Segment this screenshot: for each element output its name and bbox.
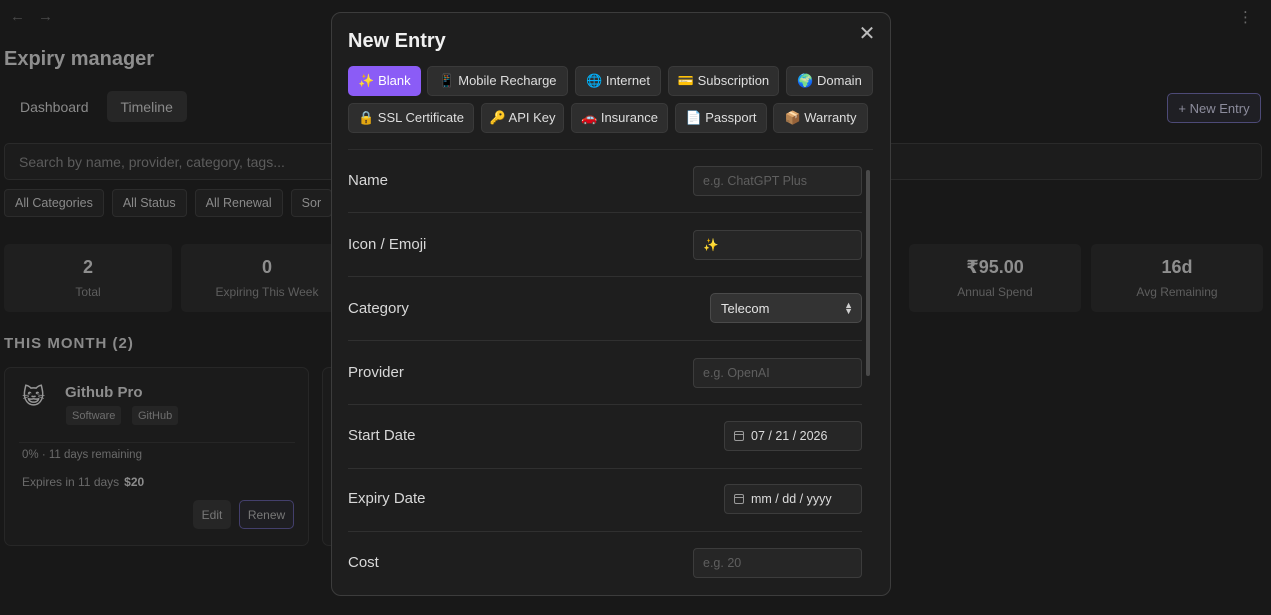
expiry-date-label: Expiry Date (348, 490, 426, 507)
icon-label: Icon / Emoji (348, 236, 427, 253)
template-subscription[interactable]: 💳 Subscription (668, 66, 779, 96)
forward-arrow-icon[interactable]: → (38, 8, 53, 25)
form-row-cost: Cost e.g. 20 (348, 532, 862, 595)
stat-avg-remaining: 16d Avg Remaining (1091, 244, 1263, 312)
template-mobile-recharge[interactable]: 📱 Mobile Recharge (427, 66, 568, 96)
new-entry-button[interactable]: + New Entry (1167, 93, 1261, 123)
edit-button[interactable]: Edit (193, 500, 231, 529)
stat-total: 2 Total (4, 244, 172, 312)
cat-emoji-icon: 😺 (22, 384, 45, 409)
tab-dashboard[interactable]: Dashboard (6, 91, 103, 122)
entry-name: Github Pro (65, 384, 143, 401)
form-row-name: Name e.g. ChatGPT Plus (348, 149, 862, 213)
template-ssl-certificate[interactable]: 🔒 SSL Certificate (348, 103, 474, 133)
renew-button[interactable]: Renew (239, 500, 294, 529)
sort-filter[interactable]: Sor (290, 189, 333, 217)
entry-card[interactable]: 😺 Github Pro Software GitHub 0% · 11 day… (4, 367, 309, 546)
provider-label: Provider (348, 364, 404, 381)
template-passport[interactable]: 📄 Passport (675, 103, 767, 133)
renewal-filter[interactable]: All Renewal (194, 189, 283, 217)
template-insurance[interactable]: 🚗 Insurance (571, 103, 668, 133)
category-label: Category (348, 300, 409, 317)
card-divider (19, 442, 295, 443)
expiry-date-placeholder: mm / dd / yyyy (751, 492, 832, 506)
expiry-info: Expires in 11 days $20 (22, 475, 144, 489)
filter-bar: All Categories All Status All Renewal So… (4, 189, 333, 217)
close-icon[interactable]: ✕ (857, 22, 877, 45)
select-chevron-icon: ▲ ▼ (844, 300, 853, 316)
provider-input[interactable]: e.g. OpenAI (693, 358, 862, 388)
provider-chip: GitHub (132, 406, 179, 425)
status-filter[interactable]: All Status (111, 189, 187, 217)
expiry-date-input[interactable]: mm / dd / yyyy (724, 484, 862, 514)
form-row-provider: Provider e.g. OpenAI (348, 341, 862, 405)
stat-label: Expiring This Week (215, 285, 319, 299)
new-entry-modal: New Entry ✕ ✨ Blank 📱 Mobile Recharge 🌐 … (331, 12, 891, 596)
form-row-icon: Icon / Emoji ✨ (348, 213, 862, 277)
category-filter[interactable]: All Categories (4, 189, 104, 217)
more-menu-icon[interactable]: ⋮ (1238, 8, 1253, 26)
stat-value: 16d (1161, 257, 1193, 277)
stat-value: 2 (82, 257, 93, 277)
template-domain[interactable]: 🌍 Domain (786, 66, 873, 96)
form-row-expiry-date: Expiry Date mm / dd / yyyy (348, 468, 862, 532)
category-selected-value: Telecom (721, 300, 770, 316)
stat-label: Total (75, 285, 101, 299)
stat-label: Avg Remaining (1136, 285, 1218, 299)
stat-value: 0 (261, 257, 272, 277)
category-select[interactable]: Telecom ▲ ▼ (710, 293, 862, 323)
calendar-icon (734, 431, 744, 441)
template-internet[interactable]: 🌐 Internet (575, 66, 661, 96)
icon-input[interactable]: ✨ (693, 230, 862, 260)
modal-scrollbar[interactable] (866, 170, 870, 376)
name-input[interactable]: e.g. ChatGPT Plus (693, 166, 862, 196)
section-title: THIS MONTH (2) (4, 335, 134, 352)
tab-timeline[interactable]: Timeline (106, 91, 187, 122)
modal-title: New Entry (348, 30, 446, 52)
cost-value: $20 (124, 475, 145, 489)
app-title: Expiry manager (4, 48, 155, 70)
template-warranty[interactable]: 📦 Warranty (773, 103, 868, 133)
template-blank[interactable]: ✨ Blank (348, 66, 421, 96)
form-row-start-date: Start Date 07 / 21 / 2026 (348, 405, 862, 469)
form-row-category: Category Telecom ▲ ▼ (348, 277, 862, 341)
stat-label: Annual Spend (957, 285, 1033, 299)
start-date-input[interactable]: 07 / 21 / 2026 (724, 421, 862, 451)
name-label: Name (348, 172, 389, 189)
stat-value: ₹95.00 (966, 257, 1024, 277)
cost-input[interactable]: e.g. 20 (693, 548, 862, 578)
cost-label: Cost (348, 554, 379, 571)
stat-annual-spend: ₹95.00 Annual Spend (909, 244, 1081, 312)
template-api-key[interactable]: 🔑 API Key (481, 103, 564, 133)
expires-text: Expires in 11 days (22, 475, 120, 489)
category-chip: Software (66, 406, 122, 425)
start-date-value: 07 / 21 / 2026 (751, 429, 828, 443)
calendar-icon (734, 494, 744, 504)
view-tabs: Dashboard Timeline (6, 91, 187, 122)
stat-expiring-week: 0 Expiring This Week (181, 244, 353, 312)
progress-text: 0% · 11 days remaining (22, 449, 142, 461)
back-arrow-icon[interactable]: ← (10, 8, 25, 25)
start-date-label: Start Date (348, 427, 416, 444)
